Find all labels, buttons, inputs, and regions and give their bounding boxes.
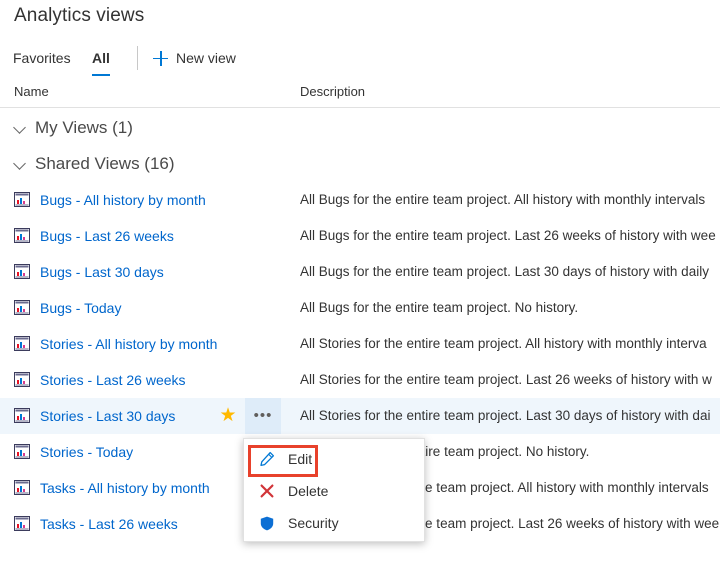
toolbar-divider xyxy=(137,46,138,70)
group-header-my-views[interactable]: My Views (1) xyxy=(0,110,720,146)
context-menu-label: Delete xyxy=(288,483,329,499)
chart-report-icon xyxy=(14,372,30,387)
table-row[interactable]: Stories - All history by month All Stori… xyxy=(0,326,720,362)
chart-report-icon xyxy=(14,408,30,423)
row-name-link[interactable]: Bugs - Last 30 days xyxy=(40,254,164,290)
new-view-label: New view xyxy=(176,50,236,66)
chevron-down-icon xyxy=(14,158,26,170)
plus-icon xyxy=(153,50,168,66)
chart-report-icon xyxy=(14,264,30,279)
context-menu-item-edit[interactable]: Edit xyxy=(244,443,424,475)
table-row-selected[interactable]: Stories - Last 30 days ★ ••• All Stories… xyxy=(0,398,720,434)
row-description: All Bugs for the entire team project. Al… xyxy=(300,192,706,207)
new-view-button[interactable]: New view xyxy=(153,43,236,73)
page-title: Analytics views xyxy=(14,5,145,26)
table-row[interactable]: Bugs - All history by month All Bugs for… xyxy=(0,182,720,218)
row-name-link[interactable]: Bugs - All history by month xyxy=(40,182,206,218)
chart-report-icon xyxy=(14,516,30,531)
row-description: All Stories for the entire team project.… xyxy=(300,336,707,351)
tab-all[interactable]: All xyxy=(92,43,110,76)
row-name-link[interactable]: Stories - All history by month xyxy=(40,326,217,362)
row-overflow-button[interactable]: ••• xyxy=(245,398,281,434)
context-menu-label: Security xyxy=(288,515,339,531)
column-header-row: Name Description xyxy=(0,80,720,108)
star-filled-icon[interactable]: ★ xyxy=(218,406,238,426)
close-x-icon xyxy=(258,482,276,500)
group-header-shared-views[interactable]: Shared Views (16) xyxy=(0,146,720,182)
column-header-name[interactable]: Name xyxy=(14,84,49,99)
row-description: All Bugs for the entire team project. No… xyxy=(300,300,579,315)
pivot-tab-bar: Favorites All New view xyxy=(0,43,720,77)
chart-report-icon xyxy=(14,336,30,351)
row-description: All Bugs for the entire team project. La… xyxy=(300,264,709,279)
row-name-link[interactable]: Bugs - Today xyxy=(40,290,121,326)
chart-report-icon xyxy=(14,444,30,459)
table-row[interactable]: Stories - Last 26 weeks All Stories for … xyxy=(0,362,720,398)
chevron-down-icon xyxy=(14,122,26,134)
group-label: Shared Views (16) xyxy=(35,154,175,173)
row-name-link[interactable]: Tasks - Last 26 weeks xyxy=(40,506,178,542)
chart-report-icon xyxy=(14,228,30,243)
table-row[interactable]: Bugs - Last 30 days All Bugs for the ent… xyxy=(0,254,720,290)
row-description: All Bugs for the entire team project. La… xyxy=(300,228,716,243)
group-label: My Views (1) xyxy=(35,118,133,137)
table-row[interactable]: Bugs - Last 26 weeks All Bugs for the en… xyxy=(0,218,720,254)
chart-report-icon xyxy=(14,480,30,495)
tab-favorites[interactable]: Favorites xyxy=(13,43,71,73)
row-name-link[interactable]: Tasks - All history by month xyxy=(40,470,210,506)
shield-icon xyxy=(258,514,276,532)
pencil-icon xyxy=(258,450,276,468)
row-description: All Stories for the entire team project.… xyxy=(300,372,712,387)
analytics-views-page: Analytics views Favorites All New view N… xyxy=(0,0,720,588)
chart-report-icon xyxy=(14,192,30,207)
row-name-link[interactable]: Bugs - Last 26 weeks xyxy=(40,218,174,254)
table-row[interactable]: Bugs - Today All Bugs for the entire tea… xyxy=(0,290,720,326)
row-description: All Stories for the entire team project.… xyxy=(300,408,711,423)
column-header-description[interactable]: Description xyxy=(300,84,365,99)
row-name-link[interactable]: Stories - Last 30 days xyxy=(40,398,175,434)
context-menu-item-delete[interactable]: Delete xyxy=(244,475,424,507)
context-menu-item-security[interactable]: Security xyxy=(244,507,424,539)
row-name-link[interactable]: Stories - Today xyxy=(40,434,133,470)
chart-report-icon xyxy=(14,300,30,315)
row-name-link[interactable]: Stories - Last 26 weeks xyxy=(40,362,186,398)
context-menu-label: Edit xyxy=(288,451,313,467)
ellipsis-icon: ••• xyxy=(253,407,273,424)
row-context-menu: Edit Delete Security xyxy=(243,438,425,542)
